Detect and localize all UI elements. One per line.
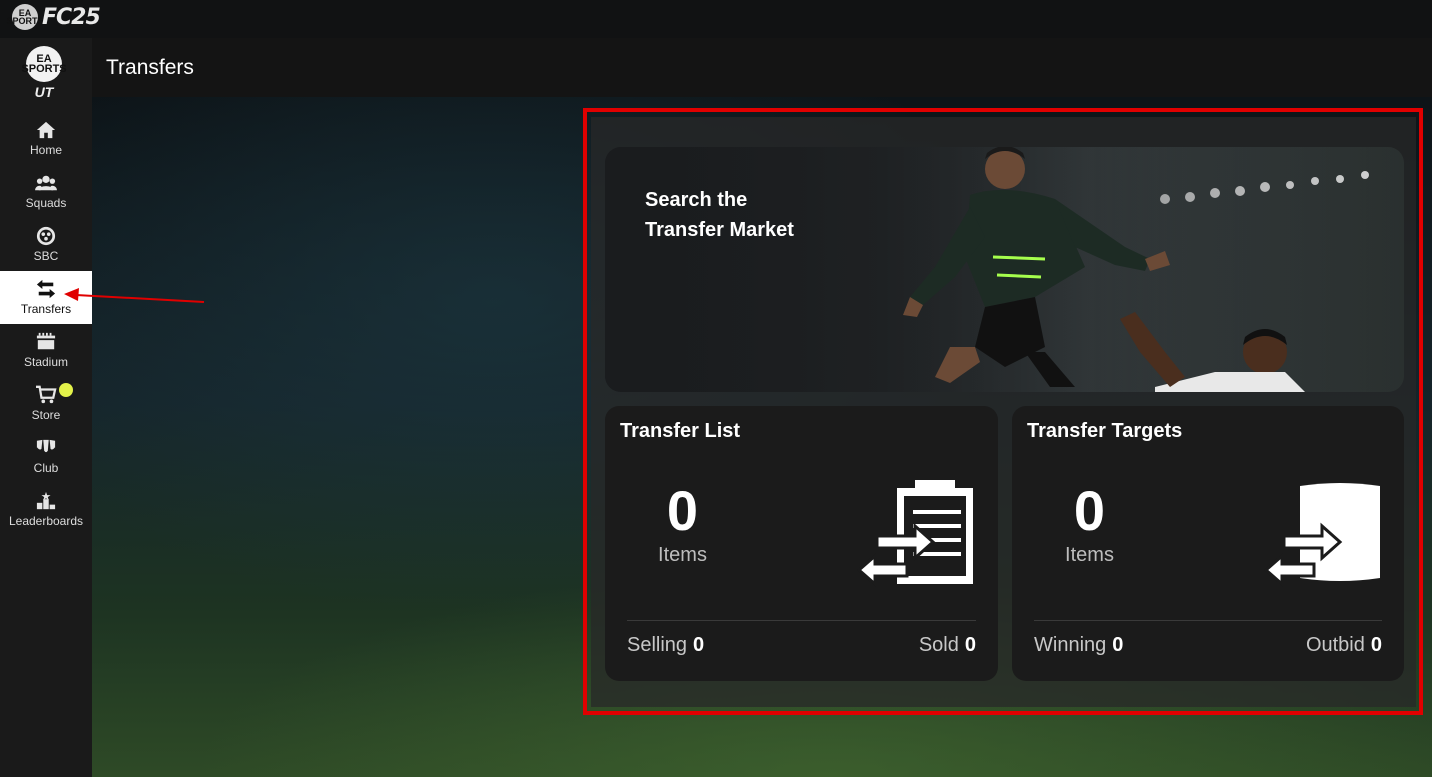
leaderboards-icon xyxy=(36,491,56,510)
sidebar-item-label: Squads xyxy=(25,196,67,210)
ut-logo[interactable]: EA SPORTS UT xyxy=(21,46,67,104)
sidebar-item-home[interactable]: Home xyxy=(0,112,92,165)
transfers-icon xyxy=(36,279,56,299)
sidebar-item-transfers[interactable]: Transfers xyxy=(0,271,92,324)
ea-sports-logo: EA SPORTS xyxy=(7,4,44,30)
sidebar-nav: Home Squads SBC Transfers Stadium Store … xyxy=(0,112,92,536)
sidebar-item-leaderboards[interactable]: Leaderboards xyxy=(0,483,92,536)
club-icon xyxy=(36,439,56,453)
sidebar-item-label: SBC xyxy=(33,249,59,263)
top-bar: EA SPORTS FC25 xyxy=(0,0,1432,38)
stadium-icon xyxy=(36,332,56,350)
sidebar-item-squads[interactable]: Squads xyxy=(0,165,92,218)
brand: EA SPORTS FC25 xyxy=(7,4,101,30)
highlight-box xyxy=(583,108,1423,715)
store-notification-dot xyxy=(59,383,73,397)
ea-ut-badge: EA SPORTS xyxy=(21,46,67,82)
sbc-icon xyxy=(36,226,56,246)
page-title: Transfers xyxy=(106,56,194,79)
squads-icon xyxy=(35,175,57,191)
sidebar-item-label: Leaderboards xyxy=(8,514,84,528)
sidebar-item-club[interactable]: Club xyxy=(0,430,92,483)
sidebar-item-label: Stadium xyxy=(23,355,69,369)
sidebar-item-label: Store xyxy=(31,408,61,422)
sidebar-item-label: Transfers xyxy=(20,302,72,316)
sidebar-item-label: Home xyxy=(29,143,62,157)
page-header: Transfers xyxy=(92,38,1432,97)
store-icon xyxy=(36,385,57,404)
sidebar-item-sbc[interactable]: SBC xyxy=(0,218,92,271)
home-icon xyxy=(36,121,56,139)
ut-text: UT xyxy=(34,84,54,100)
sidebar-item-label: Club xyxy=(33,461,59,475)
fc25-logo: FC25 xyxy=(42,4,101,30)
sidebar-item-store[interactable]: Store xyxy=(0,377,92,430)
sidebar-item-stadium[interactable]: Stadium xyxy=(0,324,92,377)
sidebar: EA SPORTS UT Home Squads SBC Transfers S… xyxy=(0,38,92,777)
